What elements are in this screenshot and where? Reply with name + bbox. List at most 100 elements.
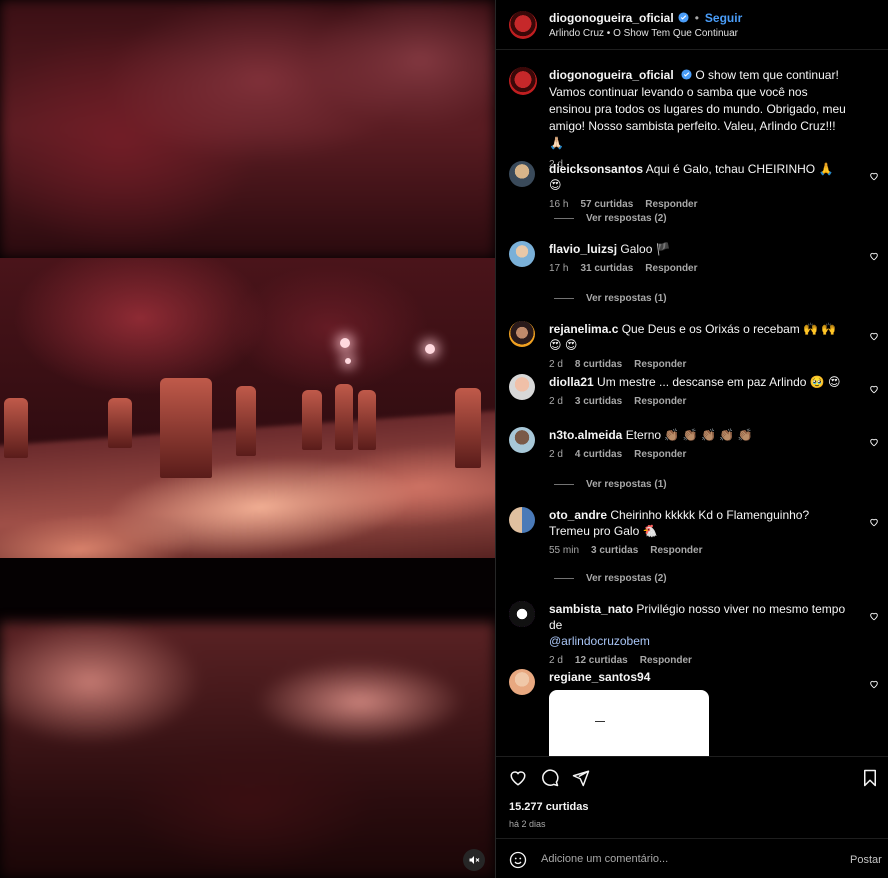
view-replies-label: Ver respostas (2): [586, 573, 667, 584]
comment-like-icon[interactable]: [869, 384, 879, 394]
comment-icon[interactable]: [541, 769, 559, 787]
comment-time[interactable]: 2 d: [549, 357, 563, 373]
reply-button[interactable]: Responder: [634, 394, 686, 410]
comment-like-icon[interactable]: [869, 517, 879, 527]
view-replies-label: Ver respostas (1): [586, 479, 667, 490]
reply-button[interactable]: Responder: [640, 653, 692, 669]
musician-figure: [358, 390, 376, 450]
commenter-avatar[interactable]: [509, 601, 535, 627]
commenter-avatar[interactable]: [509, 321, 535, 347]
stage-front-shadow: [0, 558, 495, 622]
video-frame[interactable]: [0, 258, 495, 622]
comment-like-icon[interactable]: [869, 251, 879, 261]
commenter-avatar[interactable]: [509, 161, 535, 187]
comment-username[interactable]: sambista_nato: [549, 602, 633, 616]
comment-likes[interactable]: 12 curtidas: [575, 653, 628, 669]
comment-item: diolla21 Um mestre ... descanse em paz A…: [509, 374, 879, 410]
share-icon[interactable]: [572, 769, 590, 787]
heart-icon[interactable]: [509, 769, 527, 787]
comment-item: rejanelima.c Que Deus e os Orixás o rece…: [509, 321, 879, 373]
audio-label[interactable]: Arlindo Cruz • O Show Tem Que Continuar: [549, 28, 742, 39]
musician-figure: [108, 398, 132, 448]
performer-figure: [160, 378, 212, 478]
musician-figure: [335, 384, 353, 450]
post-header: diogonogueira_oficial • Seguir Arlindo C…: [496, 0, 888, 50]
post-time[interactable]: há 2 dias: [509, 819, 546, 829]
comment-time[interactable]: 2 d: [549, 447, 563, 463]
comment-text: Um mestre ... descanse em paz Arlindo 🥹 …: [597, 375, 841, 389]
comment-item: dieicksonsantos Aqui é Galo, tchau CHEIR…: [509, 161, 879, 213]
follow-button[interactable]: Seguir: [705, 11, 742, 25]
commenter-avatar[interactable]: [509, 374, 535, 400]
comment-time[interactable]: 2 d: [549, 394, 563, 410]
blurred-backdrop-bottom: [0, 622, 495, 878]
comment-time[interactable]: 16 h: [549, 197, 568, 213]
reply-button[interactable]: Responder: [650, 543, 702, 559]
comment-likes[interactable]: 31 curtidas: [580, 261, 633, 277]
comment-sticker-image: [549, 690, 709, 756]
musician-figure: [302, 390, 322, 450]
commenter-avatar[interactable]: [509, 427, 535, 453]
reply-button[interactable]: Responder: [634, 357, 686, 373]
emoji-icon[interactable]: [509, 851, 527, 869]
comment-composer: Postar: [496, 838, 888, 878]
caption-username[interactable]: diogonogueira_oficial: [549, 68, 674, 82]
comments-list[interactable]: diogonogueira_oficial O show tem que con…: [496, 51, 888, 756]
comment-like-icon[interactable]: [869, 679, 879, 689]
video-player[interactable]: [0, 0, 495, 878]
comment-like-icon[interactable]: [869, 331, 879, 341]
post-button[interactable]: Postar: [850, 854, 882, 866]
reply-button[interactable]: Responder: [645, 197, 697, 213]
reply-button[interactable]: Responder: [634, 447, 686, 463]
stage-light: [425, 344, 435, 354]
comment-item: flavio_luizsj Galoo 🏴 17 h 31 curtidas R…: [509, 241, 879, 277]
comment-text: Galoo 🏴: [620, 242, 671, 256]
musician-figure: [236, 386, 256, 456]
commenter-avatar[interactable]: [509, 507, 535, 533]
side-panel: diogonogueira_oficial • Seguir Arlindo C…: [495, 0, 888, 878]
reply-button[interactable]: Responder: [645, 261, 697, 277]
comment-likes[interactable]: 57 curtidas: [580, 197, 633, 213]
commenter-avatar[interactable]: [509, 669, 535, 695]
author-avatar[interactable]: [509, 10, 537, 39]
comment-input[interactable]: [541, 849, 831, 869]
stage-light: [340, 338, 350, 348]
mute-button[interactable]: [463, 849, 485, 871]
author-username[interactable]: diogonogueira_oficial: [549, 11, 674, 25]
view-replies-button[interactable]: Ver respostas (2): [554, 213, 667, 224]
view-replies-button[interactable]: Ver respostas (1): [554, 479, 667, 490]
author-avatar[interactable]: [509, 67, 537, 95]
musician-figure: [455, 388, 481, 468]
comment-time[interactable]: 55 min: [549, 543, 579, 559]
comment-likes[interactable]: 8 curtidas: [575, 357, 622, 373]
comment-like-icon[interactable]: [869, 437, 879, 447]
view-replies-button[interactable]: Ver respostas (2): [554, 573, 667, 584]
view-replies-button[interactable]: Ver respostas (1): [554, 293, 667, 304]
comment-username[interactable]: flavio_luizsj: [549, 242, 617, 256]
comment-username[interactable]: regiane_santos94: [549, 670, 650, 684]
mute-icon: [469, 856, 480, 864]
comment-username[interactable]: dieicksonsantos: [549, 162, 643, 176]
post-caption: diogonogueira_oficial O show tem que con…: [509, 67, 879, 173]
post-modal: diogonogueira_oficial • Seguir Arlindo C…: [0, 0, 888, 878]
verified-icon: [678, 12, 689, 23]
comment-like-icon[interactable]: [869, 171, 879, 181]
comment-time[interactable]: 2 d: [549, 653, 563, 669]
mention-link[interactable]: @arlindocruzobem: [549, 634, 650, 648]
comment-item: sambista_nato Privilégio nosso viver no …: [509, 601, 879, 669]
comment-likes[interactable]: 3 curtidas: [591, 543, 638, 559]
comment-username[interactable]: rejanelima.c: [549, 322, 618, 336]
bookmark-icon[interactable]: [862, 769, 878, 787]
comment-likes[interactable]: 4 curtidas: [575, 447, 622, 463]
verified-icon: [681, 69, 692, 80]
comment-username[interactable]: diolla21: [549, 375, 594, 389]
comment-username[interactable]: oto_andre: [549, 508, 607, 522]
comment-time[interactable]: 17 h: [549, 261, 568, 277]
commenter-avatar[interactable]: [509, 241, 535, 267]
comment-like-icon[interactable]: [869, 611, 879, 621]
comment-username[interactable]: n3to.almeida: [549, 428, 622, 442]
likes-count[interactable]: 15.277 curtidas: [509, 801, 589, 813]
comment-likes[interactable]: 3 curtidas: [575, 394, 622, 410]
view-replies-label: Ver respostas (2): [586, 213, 667, 224]
action-bar: 15.277 curtidas há 2 dias: [496, 756, 888, 838]
